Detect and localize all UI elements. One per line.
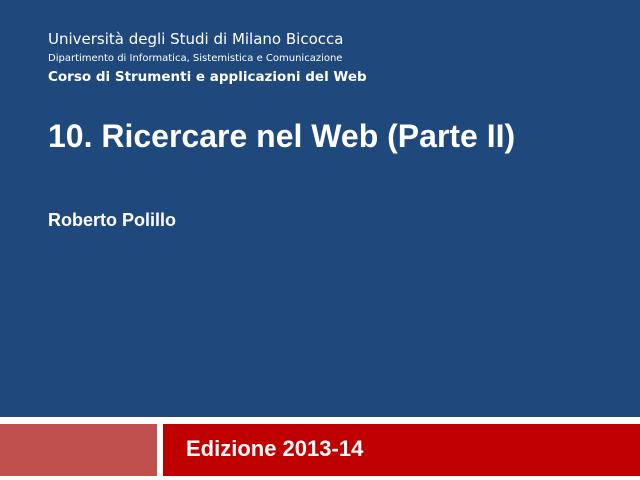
slide-title: 10. Ricercare nel Web (Parte II): [48, 118, 516, 154]
department-name: Dipartimento di Informatica, Sistemistic…: [48, 53, 343, 64]
university-name: Università degli Studi di Milano Bicocca: [48, 30, 344, 48]
author-name: Roberto Polillo: [48, 210, 176, 230]
bottom-left-accent-bar: [0, 424, 157, 476]
edition-label: Edizione 2013-14: [186, 436, 364, 461]
institution-header: Università degli Studi di Milano Bicocca…: [48, 29, 367, 87]
title-slide: Università degli Studi di Milano Bicocca…: [0, 0, 640, 480]
course-name: Corso di Strumenti e applicazioni del We…: [48, 69, 367, 85]
